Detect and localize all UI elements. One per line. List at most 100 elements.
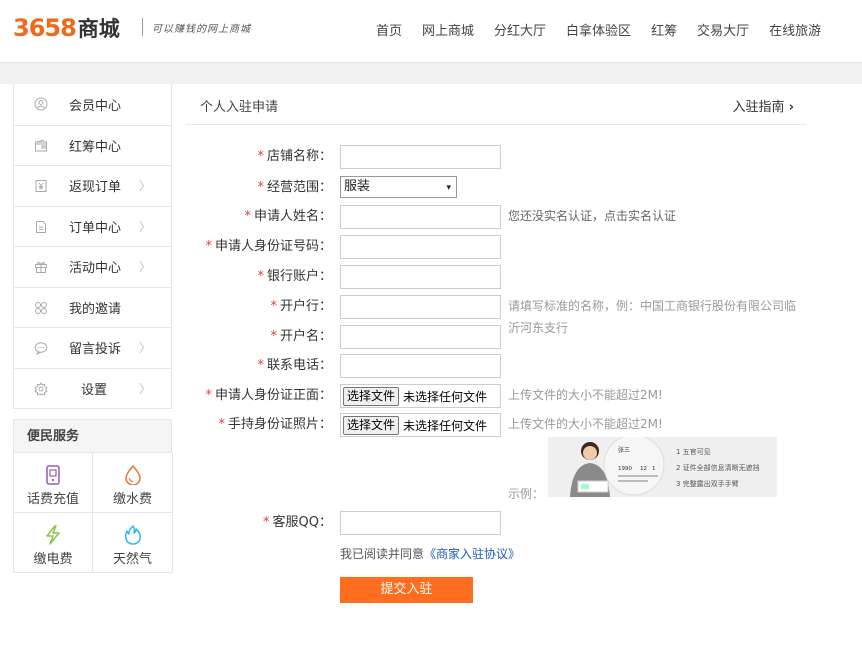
required-mark: * [205, 239, 212, 254]
top-nav: 首页 网上商城 分红大厅 白拿体验区 红筹 交易大厅 在线旅游 [366, 20, 831, 39]
sidebar: 会员中心 红筹中心 返现订单 〉 订单中心 〉 活动中心 〉 我的邀请 留言投诉 [13, 84, 173, 573]
id-sample-image: 张三 1990 12 1 1 五官可见 2 证件全部信息清晰无遮挡 3 完整露出… [548, 437, 777, 497]
document-icon [36, 220, 46, 233]
field-label: * 开户名： [270, 329, 332, 344]
agreement-link[interactable]: 《商家入驻协议》 [424, 547, 520, 561]
service-label: 缴水费 [112, 492, 152, 507]
sidebar-item-my-invitations[interactable]: 我的邀请 [14, 286, 171, 328]
shop-name-input[interactable] [340, 145, 501, 169]
sidebar-item-label: 设置 [81, 382, 108, 398]
service-label: 天然气 [112, 552, 152, 567]
business-scope-value: 服装 [344, 179, 371, 194]
file-size-hint: 上传文件的大小不能超过2M! [508, 417, 663, 431]
bank-branch-hint-line1: 请填写标准的名称，例：中国工商银行股份有限公司临 [508, 299, 797, 313]
choose-file-button[interactable]: 选择文件 [343, 415, 400, 435]
sidebar-item-label: 订单中心 [69, 220, 122, 236]
site-slogan: 可以赚钱的网上商城 [152, 24, 251, 35]
field-label: * 申请人身份证正面： [205, 388, 332, 403]
business-scope-select[interactable]: 服装 ▾ [340, 176, 457, 198]
sample-card-day: 1 [652, 466, 656, 472]
invite-icon [35, 301, 47, 314]
service-electricity-bill[interactable]: 缴电费 [14, 513, 93, 573]
required-mark: * [257, 269, 264, 284]
service-natural-gas[interactable]: 天然气 [93, 513, 173, 573]
settle-guide-label: 入驻指南 [732, 100, 785, 115]
sidebar-item-complaints[interactable]: 留言投诉 〉 [14, 327, 171, 368]
site-header: 3658 商城 可以赚钱的网上商城 首页 网上商城 分红大厅 白拿体验区 红筹 … [0, 0, 862, 62]
nav-free-trial[interactable]: 白拿体验区 [556, 20, 641, 39]
chevron-right-icon: 〉 [138, 381, 151, 396]
sidebar-item-order-center[interactable]: 订单中心 〉 [14, 205, 171, 247]
flame-icon [124, 525, 141, 545]
no-file-text: 未选择任何文件 [403, 389, 488, 404]
phone-recharge-icon [46, 465, 60, 485]
nav-dividend-hall[interactable]: 分红大厅 [484, 20, 556, 39]
field-label: * 经营范围： [257, 180, 332, 195]
sidebar-item-label: 返现订单 [69, 180, 122, 196]
form-header: 个人入驻申请 入驻指南 › [186, 84, 806, 125]
sample-step-1: 1 五官可见 [676, 447, 711, 456]
sidebar-item-cashback-orders[interactable]: 返现订单 〉 [14, 165, 171, 206]
convenience-services-grid: 话费充值 缴水费 缴电费 天然气 [13, 453, 173, 573]
bank-account-input[interactable] [340, 265, 501, 289]
logo-divider [142, 18, 143, 36]
sidebar-item-red-chip-center[interactable]: 红筹中心 [14, 124, 171, 166]
chevron-right-icon: › [788, 100, 794, 115]
field-label: * 银行账户： [257, 269, 332, 284]
nav-online-mall[interactable]: 网上商城 [412, 20, 484, 39]
sidebar-item-activity-center[interactable]: 活动中心 〉 [14, 246, 171, 287]
nav-trading-hall[interactable]: 交易大厅 [687, 20, 759, 39]
required-mark: * [270, 299, 277, 314]
nav-online-travel[interactable]: 在线旅游 [759, 20, 831, 39]
required-mark: * [270, 329, 277, 344]
field-label: * 手持身份证照片： [218, 417, 332, 432]
service-water-bill[interactable]: 缴水费 [93, 453, 173, 513]
logo-number: 3658 [13, 14, 77, 42]
required-mark: * [257, 180, 264, 195]
choose-file-button[interactable]: 选择文件 [343, 386, 400, 406]
required-mark: * [218, 417, 225, 432]
sidebar-item-label: 留言投诉 [69, 342, 122, 358]
service-label: 话费充值 [26, 492, 79, 507]
nav-red-chip[interactable]: 红筹 [641, 20, 687, 39]
sample-label: 示例： [508, 487, 545, 501]
sample-card-month: 12 [640, 466, 647, 472]
sidebar-item-settings[interactable]: 设置 〉 [14, 367, 171, 409]
file-size-hint: 上传文件的大小不能超过2M! [508, 388, 663, 402]
qq-input[interactable] [340, 511, 501, 535]
submit-button[interactable]: 提交入驻 [340, 577, 473, 603]
logo-text: 商城 [77, 17, 120, 41]
sample-illustration: 张三 1990 12 1 1 五官可见 2 证件全部信息清晰无遮挡 3 完整露出… [548, 437, 777, 497]
field-label: * 申请人身份证号码： [205, 239, 332, 254]
wallet-icon [35, 139, 47, 151]
bank-branch-input[interactable] [340, 295, 501, 319]
sidebar-item-label: 我的邀请 [69, 301, 122, 317]
realname-link[interactable]: 您还没实名认证，点击实名认证 [508, 209, 676, 223]
sample-step-2: 2 证件全部信息清晰无遮挡 [676, 463, 760, 472]
required-mark: * [205, 388, 212, 403]
sidebar-item-label: 红筹中心 [69, 139, 122, 155]
service-phone-recharge[interactable]: 话费充值 [14, 453, 93, 513]
user-icon [34, 97, 48, 111]
sidebar-item-label: 活动中心 [69, 261, 122, 277]
sidebar-menu: 会员中心 红筹中心 返现订单 〉 订单中心 〉 活动中心 〉 我的邀请 留言投诉 [13, 84, 172, 409]
agreement-text: 我已阅读并同意 [340, 547, 425, 561]
chevron-right-icon: 〉 [138, 219, 151, 234]
nav-home[interactable]: 首页 [366, 20, 412, 39]
id-front-file-input: 选择文件 未选择任何文件 [340, 384, 501, 408]
required-mark: * [244, 209, 251, 224]
chat-icon [34, 342, 48, 355]
chevron-right-icon: 〉 [138, 341, 151, 356]
yen-doc-icon [35, 180, 47, 192]
account-name-input[interactable] [340, 325, 501, 349]
site-logo[interactable]: 3658 商城 [13, 13, 120, 42]
dropdown-arrow-icon: ▾ [446, 183, 451, 193]
applicant-id-input[interactable] [340, 235, 501, 259]
sidebar-item-member-center[interactable]: 会员中心 [14, 84, 171, 125]
settle-guide-link[interactable]: 入驻指南 › [732, 96, 794, 115]
sample-card-name: 张三 [618, 446, 630, 454]
field-label: * 店铺名称： [257, 149, 332, 164]
phone-input[interactable] [340, 354, 501, 378]
sample-step-3: 3 完整露出双手手臂 [676, 479, 739, 488]
applicant-name-input[interactable] [340, 205, 501, 229]
